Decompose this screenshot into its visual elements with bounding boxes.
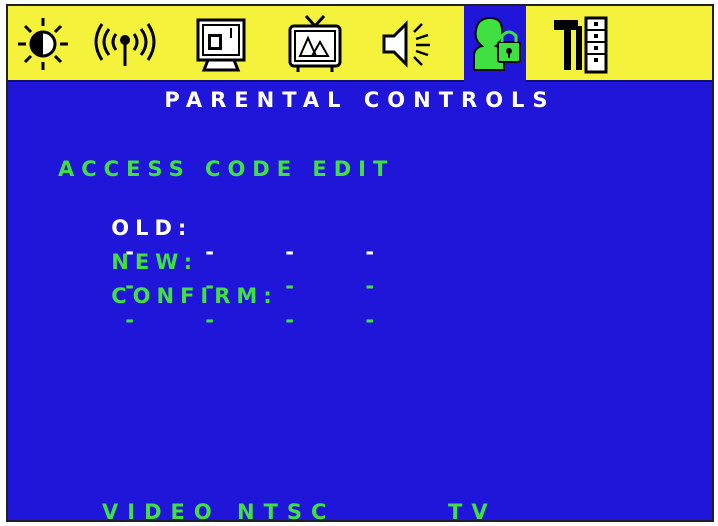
tab-monitor[interactable] — [190, 12, 252, 76]
antenna-icon — [94, 23, 156, 66]
speaker-icon — [382, 20, 430, 68]
brightness-icon — [18, 18, 68, 70]
video-mode-status: VIDEO NTSC — [102, 500, 336, 522]
access-code-heading: ACCESS CODE EDIT — [58, 157, 395, 181]
tab-parental-controls[interactable] — [464, 6, 526, 82]
tab-tv[interactable] — [284, 12, 346, 76]
confirm-code-field[interactable]: CONFIRM: - - - - — [58, 260, 406, 356]
tab-setup[interactable] — [550, 12, 612, 76]
parental-lock-icon — [473, 16, 521, 71]
tv-icon — [288, 14, 342, 72]
menu-tab-bar — [8, 6, 712, 82]
input-source-status: TV — [448, 500, 497, 522]
tab-audio[interactable] — [376, 12, 438, 76]
osd-screen: PARENTAL CONTROLS ACCESS CODE EDIT OLD: … — [6, 4, 714, 522]
tab-antenna[interactable] — [94, 12, 156, 76]
page-title: PARENTAL CONTROLS — [164, 88, 556, 112]
tools-icon — [554, 16, 608, 74]
tab-brightness[interactable] — [12, 12, 74, 76]
monitor-icon — [196, 18, 246, 72]
confirm-code-label: CONFIRM: — [111, 284, 278, 308]
confirm-code-value: - - - - — [125, 308, 407, 332]
